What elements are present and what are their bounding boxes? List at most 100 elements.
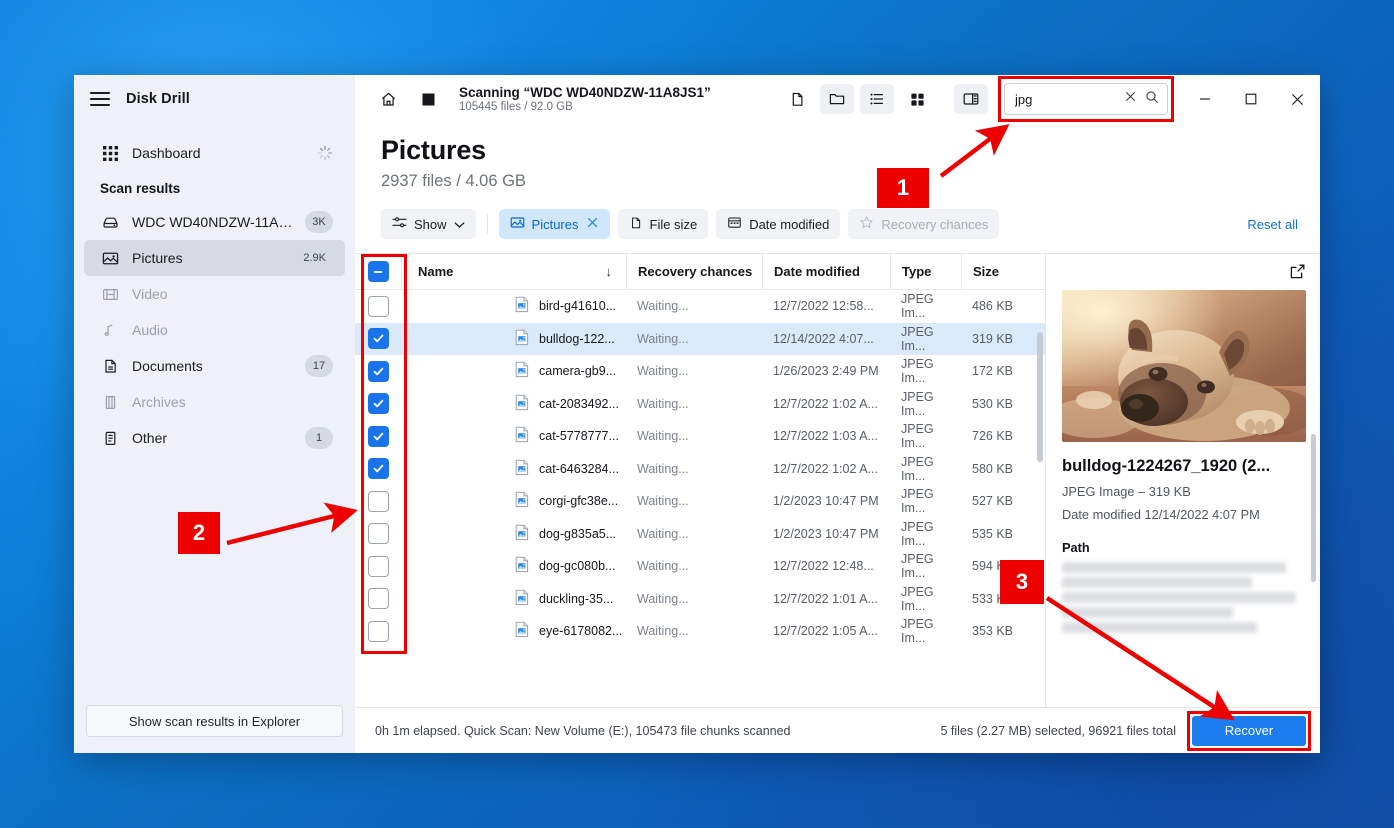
- cell-type: JPEG Im...: [901, 584, 934, 613]
- table-row[interactable]: cat-6463284... Waiting... 12/7/2022 1:02 A…: [355, 453, 1045, 486]
- folder-view-icon[interactable]: [820, 84, 854, 114]
- row-checkbox[interactable]: [367, 490, 389, 512]
- grid-view-icon[interactable]: [900, 84, 934, 114]
- list-view-icon[interactable]: [860, 84, 894, 114]
- close-icon[interactable]: [1124, 90, 1137, 108]
- search-area: [998, 76, 1174, 122]
- sidebar-item-label: Archives: [132, 394, 186, 410]
- sidebar-header: Disk Drill: [74, 75, 355, 123]
- minimize-button[interactable]: [1182, 75, 1228, 123]
- file-table: Name ↓ Recovery chances Date modified Ty…: [355, 254, 1046, 707]
- row-checkbox[interactable]: [367, 295, 389, 317]
- star-icon: [859, 215, 874, 233]
- table-row[interactable]: corgi-gfc38e... Waiting... 1/2/2023 10:47 …: [355, 485, 1045, 518]
- sidebar-item-badge: 1: [305, 427, 333, 449]
- row-checkbox[interactable]: [367, 328, 389, 350]
- preview-thumbnail[interactable]: [1062, 290, 1306, 442]
- stop-square-icon[interactable]: [413, 84, 443, 114]
- sidebar-item-other[interactable]: Other 1: [84, 420, 345, 456]
- row-checkbox-cell: [355, 328, 401, 350]
- sidebar-item-video[interactable]: Video: [84, 276, 345, 312]
- column-header-type[interactable]: Type: [890, 254, 961, 289]
- close-icon[interactable]: [586, 216, 599, 232]
- table-row[interactable]: dog-g835a5... Waiting... 1/2/2023 10:47 PM…: [355, 518, 1045, 551]
- cell-date-modified: 1/2/2023 10:47 PM: [773, 526, 879, 541]
- file-name: eye-6178082...: [539, 624, 623, 639]
- column-header-recovery[interactable]: Recovery chances: [626, 254, 762, 289]
- table-row[interactable]: dog-gc080b... Waiting... 12/7/2022 12:48..…: [355, 550, 1045, 583]
- row-checkbox[interactable]: [367, 458, 389, 480]
- table-row[interactable]: camera-gb9... Waiting... 1/26/2023 2:49 PM…: [355, 355, 1045, 388]
- filter-chip-label: Pictures: [531, 216, 579, 232]
- show-filter-dropdown[interactable]: Show: [381, 209, 476, 239]
- row-checkbox[interactable]: [367, 393, 389, 415]
- hamburger-menu-icon[interactable]: [90, 92, 110, 106]
- sidebar-item-audio[interactable]: Audio: [84, 312, 345, 348]
- sidebar-item-label: Other: [132, 430, 168, 446]
- file-view-icon[interactable]: [780, 84, 814, 114]
- select-all-checkbox[interactable]: [367, 261, 389, 282]
- sidebar-item-archives[interactable]: Archives: [84, 384, 345, 420]
- sidebar-group-title: Scan results: [100, 181, 181, 196]
- note-icon: [100, 322, 120, 339]
- sidebar-item-documents[interactable]: Documents 17: [84, 348, 345, 384]
- filter-chip-label: Recovery chances: [881, 216, 989, 232]
- cell-recovery-chances: Waiting...: [637, 526, 689, 541]
- row-checkbox[interactable]: [367, 360, 389, 382]
- cell-size: 319 KB: [972, 331, 1014, 346]
- table-row[interactable]: cat-5778777... Waiting... 12/7/2022 1:03 A…: [355, 420, 1045, 453]
- table-row[interactable]: duckling-35... Waiting... 12/7/2022 1:01 A…: [355, 583, 1045, 616]
- recover-button[interactable]: Recover: [1192, 715, 1306, 746]
- table-body[interactable]: bird-g41610... Waiting... 12/7/2022 12:58.…: [355, 290, 1045, 707]
- sidebar-item-label: WDC WD40NDZW-11A8J...: [132, 214, 293, 230]
- column-header-name[interactable]: Name ↓: [401, 254, 626, 289]
- show-in-explorer-button[interactable]: Show scan results in Explorer: [86, 705, 343, 737]
- cell-date-modified: 12/7/2022 1:02 A...: [773, 396, 878, 411]
- maximize-button[interactable]: [1228, 75, 1274, 123]
- cell-size: 486 KB: [972, 299, 1014, 314]
- table-row[interactable]: cat-2083492... Waiting... 12/7/2022 1:02 A…: [355, 388, 1045, 421]
- filter-chip-label: File size: [649, 216, 698, 232]
- file-name: cat-5778777...: [539, 429, 619, 444]
- open-external-icon[interactable]: [1289, 263, 1306, 285]
- filter-chip-file-size[interactable]: File size: [617, 209, 709, 239]
- titlebar: Scanning “WDC WD40NDZW-11A8JS1” 105445 f…: [355, 75, 1320, 123]
- page-subtitle: 2937 files / 4.06 GB: [381, 172, 526, 190]
- column-header-size[interactable]: Size: [961, 254, 1045, 289]
- reset-all-link[interactable]: Reset all: [1247, 217, 1298, 232]
- row-checkbox[interactable]: [367, 588, 389, 610]
- cell-date-modified: 12/7/2022 1:03 A...: [773, 429, 878, 444]
- preview-scrollbar[interactable]: [1311, 434, 1316, 582]
- jpeg-file-icon: [514, 394, 530, 414]
- search-box[interactable]: [1004, 83, 1168, 115]
- table-scrollbar[interactable]: [1037, 332, 1043, 462]
- document-icon: [100, 358, 120, 375]
- table-row[interactable]: bulldog-122... Waiting... 12/14/2022 4:07.…: [355, 322, 1045, 355]
- titlebar-right: [780, 75, 1320, 123]
- column-header-date[interactable]: Date modified: [762, 254, 890, 289]
- preview-pane-icon[interactable]: [954, 84, 988, 114]
- filter-chip-pictures[interactable]: Pictures: [498, 209, 610, 239]
- main-content: Scanning “WDC WD40NDZW-11A8JS1” 105445 f…: [355, 75, 1320, 753]
- row-checkbox-cell: [355, 458, 401, 480]
- cell-type: JPEG Im...: [901, 454, 934, 483]
- cell-name: camera-gb9...: [401, 355, 626, 388]
- filter-chip-recovery-chances[interactable]: Recovery chances: [848, 209, 1000, 239]
- home-icon[interactable]: [373, 84, 403, 114]
- row-checkbox[interactable]: [367, 523, 389, 545]
- sidebar-item-dashboard[interactable]: Dashboard: [84, 135, 345, 171]
- table-row[interactable]: bird-g41610... Waiting... 12/7/2022 12:58.…: [355, 290, 1045, 323]
- table-row[interactable]: eye-6178082... Waiting... 12/7/2022 1:05 A…: [355, 615, 1045, 648]
- search-input[interactable]: [1015, 91, 1118, 107]
- cell-recovery-chances: Waiting...: [637, 494, 689, 509]
- page-title: Pictures: [381, 135, 486, 165]
- search-icon[interactable]: [1145, 90, 1159, 109]
- sidebar-item-wdc-disk[interactable]: WDC WD40NDZW-11A8J... 3K: [84, 204, 345, 240]
- row-checkbox[interactable]: [367, 425, 389, 447]
- row-checkbox[interactable]: [367, 620, 389, 642]
- row-checkbox[interactable]: [367, 555, 389, 577]
- sidebar-item-pictures[interactable]: Pictures 2.9K: [84, 240, 345, 276]
- close-button[interactable]: [1274, 75, 1320, 123]
- preview-path-label: Path: [1062, 540, 1090, 555]
- filter-chip-date-modified[interactable]: Date modified: [716, 209, 841, 239]
